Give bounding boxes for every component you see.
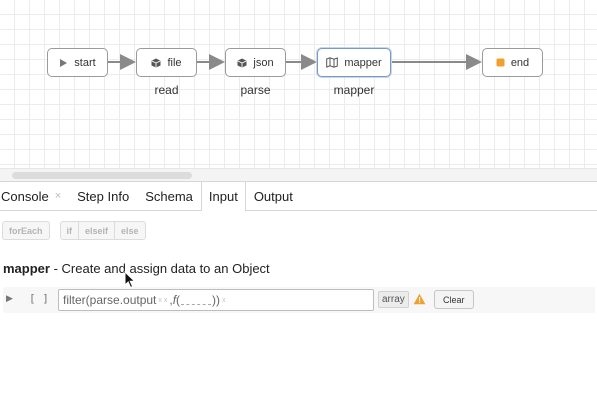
node-mapper-sublabel: mapper <box>333 83 375 97</box>
close-icon[interactable]: × <box>55 190 61 202</box>
map-icon <box>326 57 339 68</box>
tab-output[interactable]: Output <box>246 182 301 210</box>
cube-icon <box>151 58 161 68</box>
node-json-sublabel: parse <box>240 83 271 97</box>
mapper-description: - Create and assign data to an Object <box>53 261 270 276</box>
node-end[interactable]: end <box>482 48 543 77</box>
flow-edges <box>108 54 482 70</box>
node-json-label: json <box>253 56 274 69</box>
expr-arg1: parse.output <box>89 293 157 307</box>
flow-canvas[interactable]: start file read json parse mapper mapper… <box>0 0 597 181</box>
clear-button[interactable]: Clear <box>434 290 474 309</box>
node-json[interactable]: json <box>225 48 286 77</box>
node-start[interactable]: start <box>47 48 108 77</box>
node-start-label: start <box>74 56 96 69</box>
expr-trailing-hint: x <box>222 296 226 304</box>
tab-console-label: Console <box>1 188 49 204</box>
tab-input-label: Input <box>208 188 238 204</box>
node-file-label: file <box>167 56 182 69</box>
tab-schema-label: Schema <box>145 188 193 204</box>
warning-icon <box>413 292 426 310</box>
expr-arg1-hint: x x <box>158 296 168 304</box>
node-mapper[interactable]: mapper <box>317 48 391 77</box>
tab-step-info-label: Step Info <box>77 188 130 204</box>
elseif-button[interactable]: elseif <box>79 222 116 239</box>
expr-arg2-blank[interactable] <box>181 295 212 305</box>
mapper-name: mapper <box>3 261 50 276</box>
array-type-icon: [ ] <box>29 292 49 305</box>
type-badge: array <box>378 291 409 308</box>
node-file-sublabel: read <box>154 83 179 97</box>
mapper-toolbar: forEach if elseif else <box>2 221 146 240</box>
expr-arg2-open: ( <box>176 293 181 307</box>
scrollbar-thumb[interactable] <box>12 172 192 179</box>
tab-console[interactable]: Console × <box>0 182 69 210</box>
foreach-button[interactable]: forEach <box>2 221 50 240</box>
expand-arrow-icon[interactable]: ▶ <box>6 293 13 304</box>
node-mapper-label: mapper <box>344 56 382 69</box>
tab-step-info[interactable]: Step Info <box>69 182 137 210</box>
mapper-heading: mapper - Create and assign data to an Ob… <box>3 261 270 276</box>
cube-icon <box>237 58 247 68</box>
expr-fn-name: filter <box>63 293 86 307</box>
play-icon <box>59 58 68 68</box>
expression-input[interactable]: filter ( parse.output x x , f ( ) ) x <box>58 289 374 311</box>
node-file[interactable]: file <box>136 48 197 77</box>
tab-input[interactable]: Input <box>200 182 246 211</box>
canvas-horizontal-scrollbar[interactable] <box>0 168 597 181</box>
panel-tabs: Console × Step Info Schema Input Output <box>0 181 597 211</box>
node-end-label: end <box>510 56 530 69</box>
conditional-button-group: if elseif else <box>59 221 146 240</box>
mapping-row: ▶ [ ] filter ( parse.output x x , f ( ) … <box>3 287 595 313</box>
expr-close-paren: ) <box>216 293 221 307</box>
if-button[interactable]: if <box>60 222 80 239</box>
mouse-cursor-icon <box>124 271 136 289</box>
tab-output-label: Output <box>253 188 293 204</box>
stop-icon <box>496 58 505 67</box>
tab-schema[interactable]: Schema <box>137 182 201 210</box>
else-button[interactable]: else <box>115 222 145 239</box>
